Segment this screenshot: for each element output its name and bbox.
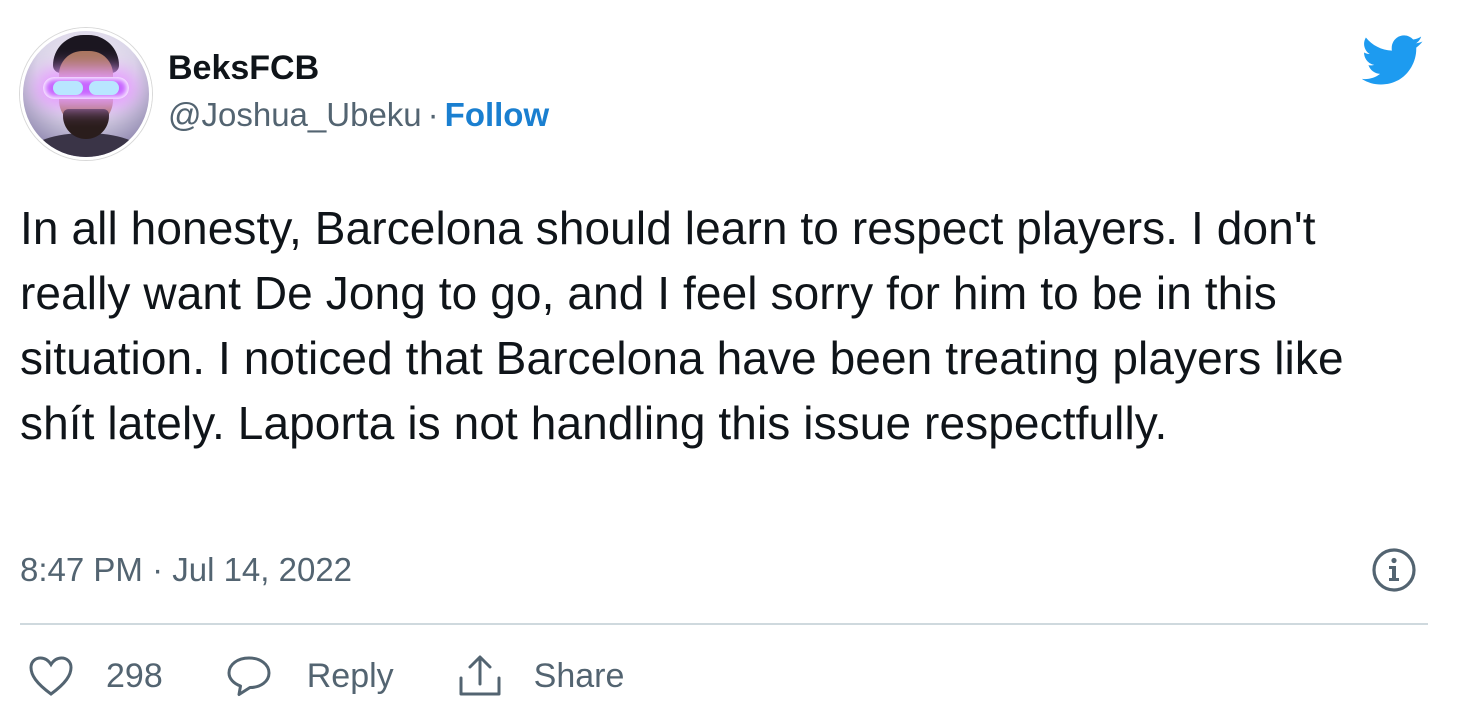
reply-button[interactable]: Reply bbox=[225, 654, 394, 698]
follow-link[interactable]: Follow bbox=[445, 96, 549, 133]
like-button[interactable]: 298 bbox=[28, 655, 163, 697]
twitter-bird-icon[interactable] bbox=[1362, 34, 1424, 88]
divider bbox=[20, 623, 1428, 625]
info-icon[interactable] bbox=[1371, 547, 1417, 593]
tweet-header: BeksFCB @Joshua_Ubeku · Follow bbox=[20, 28, 549, 160]
share-upload-icon bbox=[459, 655, 501, 696]
heart-icon bbox=[29, 656, 73, 696]
tweet-text: In all honesty, Barcelona should learn t… bbox=[20, 202, 1344, 449]
action-bar: 298 Reply Share bbox=[28, 654, 686, 698]
avatar-lens-left bbox=[53, 81, 83, 95]
speech-bubble-icon bbox=[227, 656, 271, 696]
avatar[interactable] bbox=[20, 28, 152, 160]
share-label: Share bbox=[533, 656, 625, 695]
avatar-lens-right bbox=[89, 81, 119, 95]
share-button[interactable]: Share bbox=[456, 654, 625, 698]
author-names: BeksFCB @Joshua_Ubeku · Follow bbox=[168, 47, 549, 141]
reply-label: Reply bbox=[306, 656, 394, 695]
embedded-tweet: BeksFCB @Joshua_Ubeku · Follow In all hone… bbox=[0, 0, 1460, 701]
like-count: 298 bbox=[106, 656, 163, 695]
display-name[interactable]: BeksFCB bbox=[168, 47, 549, 89]
tweet-timestamp[interactable]: 8:47 PM · Jul 14, 2022 bbox=[20, 548, 352, 592]
handle[interactable]: @Joshua_Ubeku bbox=[168, 96, 422, 133]
handle-row: @Joshua_Ubeku · Follow bbox=[168, 89, 549, 141]
handle-separator: · bbox=[427, 96, 439, 133]
